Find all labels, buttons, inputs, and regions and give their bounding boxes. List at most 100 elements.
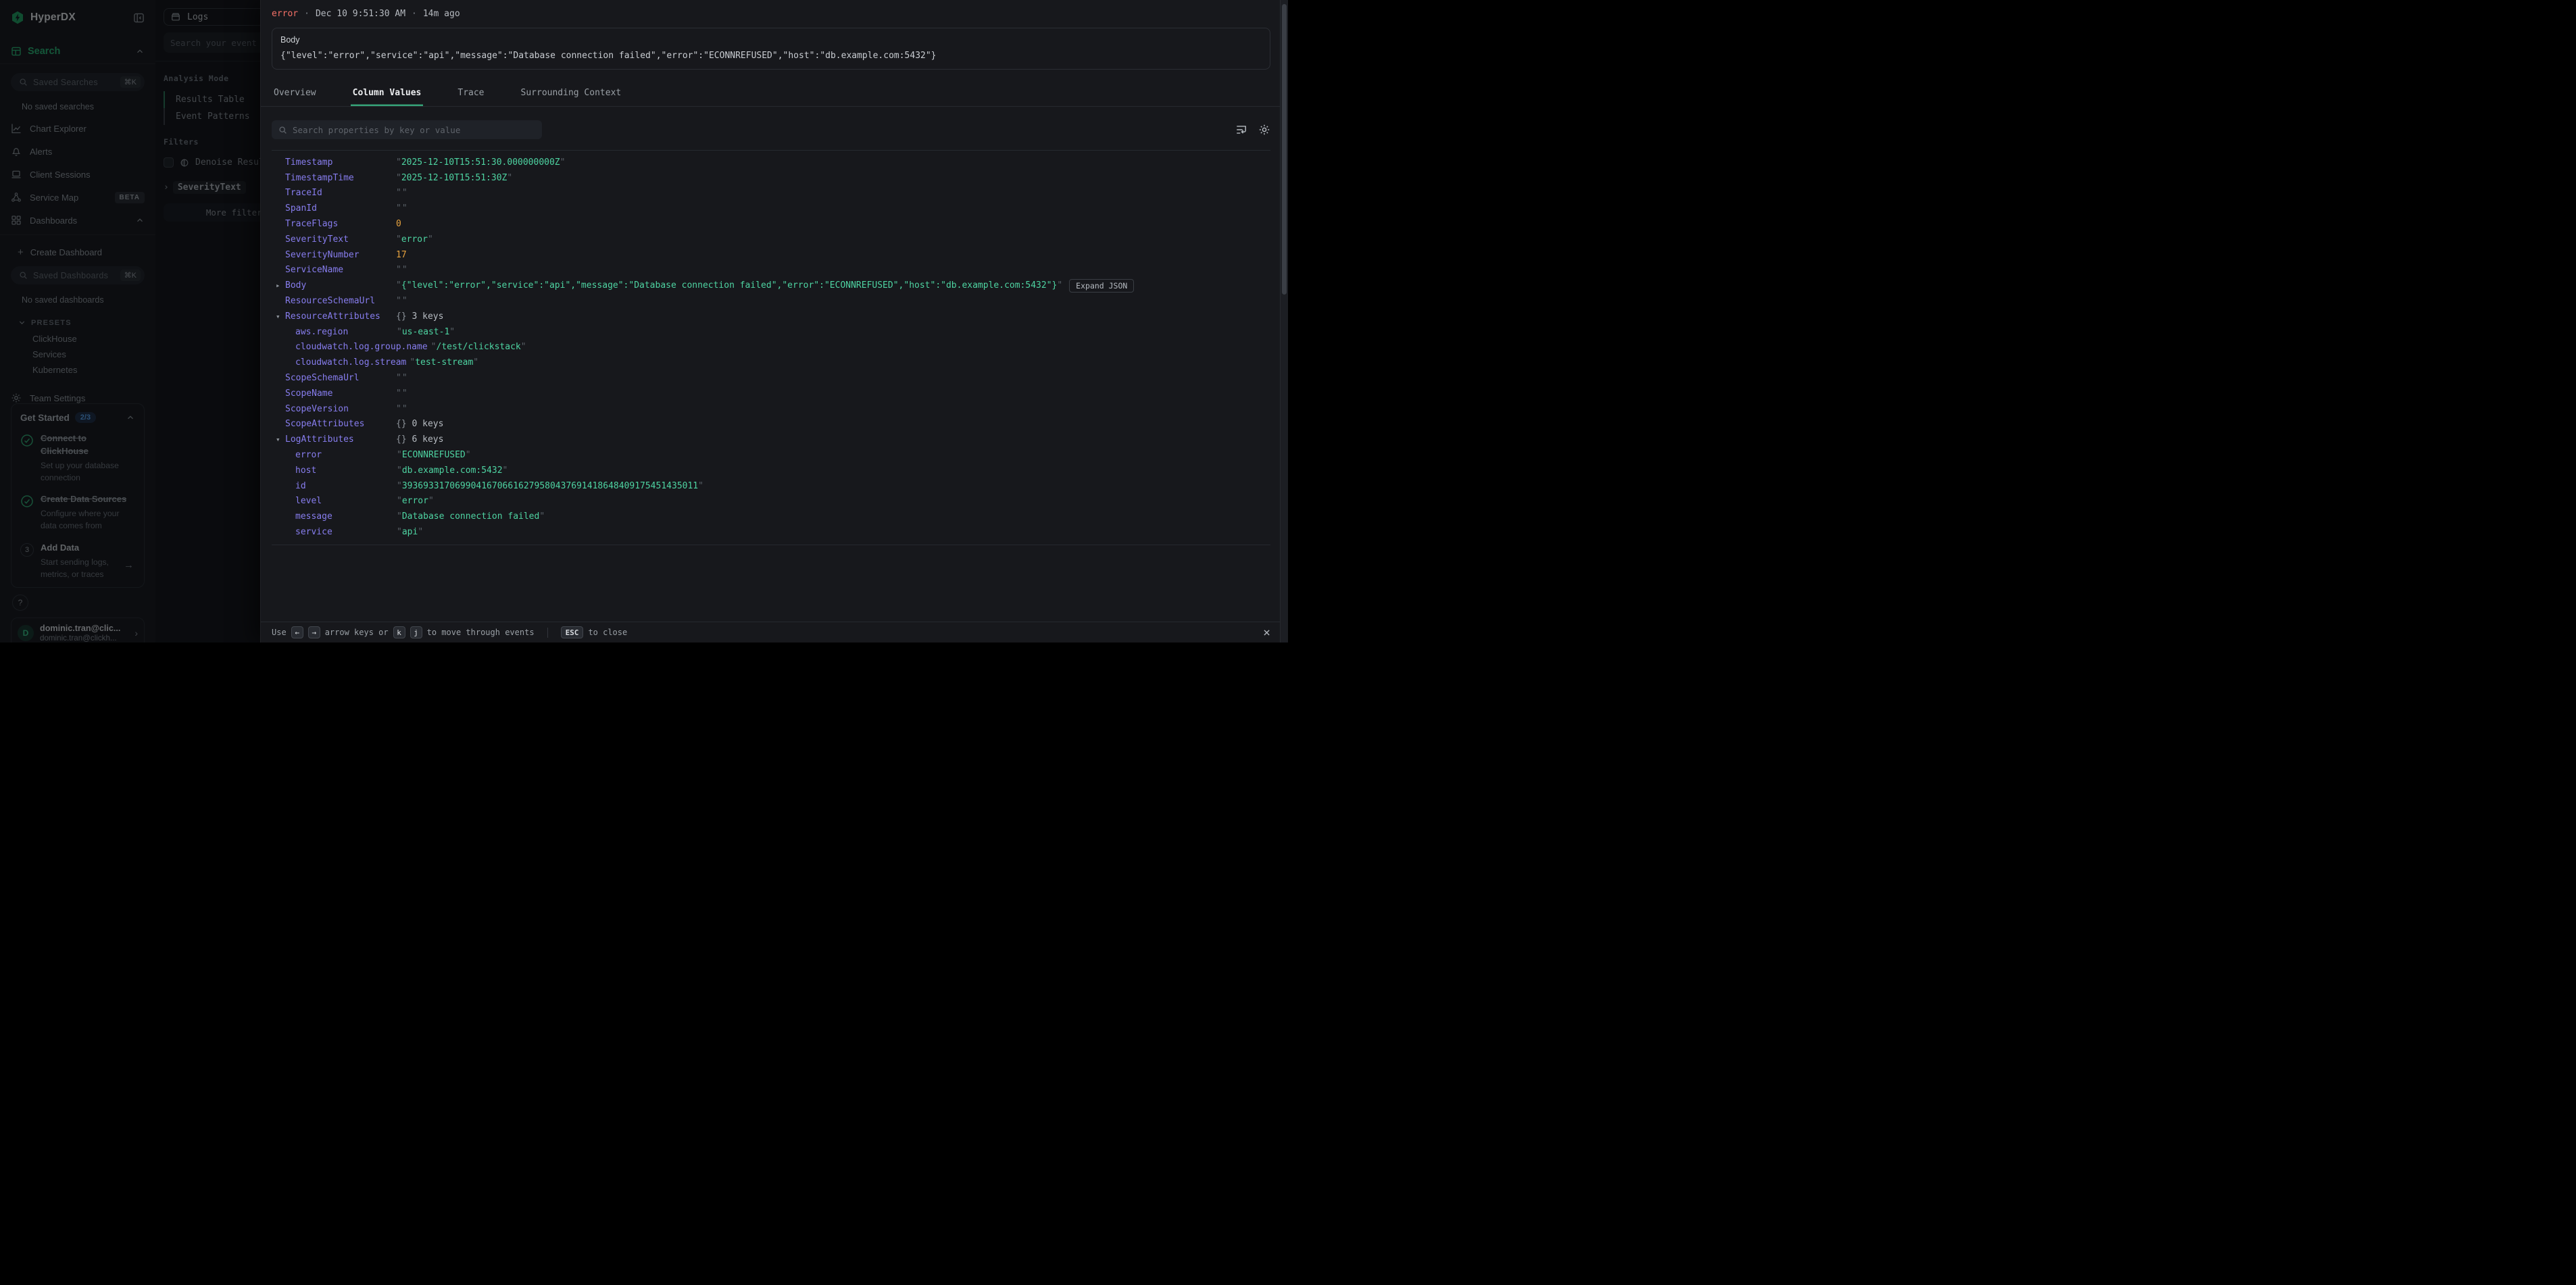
table-row[interactable]: SeverityText"error" [272, 232, 1270, 247]
property-value: "/test/clickstack" [431, 342, 526, 352]
severity-badge: error [272, 9, 298, 19]
table-row[interactable]: message"Database connection failed" [272, 509, 1270, 524]
property-key: aws.region [295, 327, 393, 337]
property-key: TraceFlags [285, 219, 393, 229]
property-value: 17 [396, 250, 407, 260]
table-row[interactable]: ScopeName"" [272, 386, 1270, 401]
footer-text: arrow keys or [325, 628, 389, 637]
property-key: Timestamp [285, 157, 393, 168]
property-key: cloudwatch.log.stream [295, 357, 406, 368]
table-row[interactable]: TraceFlags0 [272, 216, 1270, 232]
event-relative-time: 14m ago [423, 9, 460, 19]
arrow-left-key: ← [291, 626, 303, 638]
caret-down-icon[interactable]: ▾ [276, 435, 280, 444]
property-key: host [295, 465, 393, 476]
property-key: cloudwatch.log.group.name [295, 342, 428, 352]
separator: · [412, 9, 417, 19]
table-row[interactable]: cloudwatch.log.group.name"/test/clicksta… [272, 340, 1270, 355]
j-key: j [410, 626, 422, 638]
property-key: Body [285, 280, 393, 291]
property-key: message [295, 511, 393, 522]
property-key: ScopeAttributes [285, 419, 393, 429]
property-key: ResourceSchemaUrl [285, 296, 393, 306]
table-row[interactable]: ScopeVersion"" [272, 401, 1270, 417]
table-row[interactable]: cloudwatch.log.stream"test-stream" [272, 355, 1270, 370]
footer-text: to close [588, 628, 627, 637]
table-row[interactable]: level "error" [272, 494, 1270, 509]
tab-surrounding-context[interactable]: Surrounding Context [519, 82, 624, 106]
table-row[interactable]: ▸Body"{"level":"error","service":"api","… [272, 278, 1270, 293]
tab-overview[interactable]: Overview [272, 82, 318, 106]
property-value: "2025-12-10T15:51:30Z" [396, 173, 512, 183]
table-row[interactable]: TraceId"" [272, 186, 1270, 201]
gear-icon[interactable] [1258, 124, 1270, 136]
property-key: SeverityNumber [285, 250, 393, 260]
property-value: "us-east-1" [397, 327, 455, 337]
property-value: "393693317069904167066162795804376914186… [397, 481, 703, 491]
property-key: level [295, 496, 393, 506]
property-value: "api" [397, 527, 423, 537]
body-card: Body {"level":"error","service":"api","m… [272, 28, 1270, 70]
property-value: "" [396, 265, 408, 275]
footer-text: to move through events [427, 628, 535, 637]
property-value: "" [396, 404, 408, 414]
caret-down-icon[interactable]: ▾ [276, 312, 280, 321]
table-row[interactable]: ResourceSchemaUrl"" [272, 293, 1270, 309]
wrap-lines-icon[interactable] [1235, 124, 1247, 136]
table-row[interactable]: id"3936933170699041670661627958043769141… [272, 478, 1270, 494]
expand-json-button[interactable]: Expand JSON [1069, 279, 1134, 293]
table-row[interactable]: ▾ LogAttributes{} 6 keys [272, 432, 1270, 447]
body-card-label: Body [280, 35, 1262, 45]
table-row[interactable]: host "db.example.com:5432" [272, 463, 1270, 478]
event-header: error · Dec 10 9:51:30 AM · 14m ago [261, 0, 1288, 19]
table-row[interactable]: error"ECONNREFUSED" [272, 447, 1270, 463]
property-key: TraceId [285, 188, 393, 198]
esc-key: ESC [561, 626, 584, 638]
toolbar-icons [1235, 124, 1270, 136]
caret-right-icon[interactable]: ▸ [276, 281, 280, 290]
tab-column-values[interactable]: Column Values [351, 82, 424, 106]
property-value: "" [396, 203, 408, 213]
property-key: TimestampTime [285, 173, 393, 183]
scrollbar[interactable] [1280, 0, 1288, 642]
property-value: "error" [396, 234, 433, 245]
table-row[interactable]: Timestamp"2025-12-10T15:51:30.000000000Z… [272, 155, 1270, 170]
modal-footer: Use ← → arrow keys or k j to move throug… [261, 622, 1288, 642]
event-detail-panel: error · Dec 10 9:51:30 AM · 14m ago Body… [260, 0, 1288, 642]
property-key: ResourceAttributes [285, 311, 393, 322]
property-value: "2025-12-10T15:51:30.000000000Z" [396, 157, 565, 168]
table-row[interactable]: ScopeSchemaUrl"" [272, 370, 1270, 386]
property-value: {} 3 keys [396, 311, 443, 322]
property-value: "ECONNREFUSED" [397, 450, 471, 460]
property-value: {} 6 keys [396, 434, 443, 445]
properties-toolbar: Search properties by key or value [272, 120, 1270, 139]
table-row[interactable]: ServiceName"" [272, 263, 1270, 278]
properties-search-input[interactable]: Search properties by key or value [272, 120, 542, 139]
table-row[interactable]: service"api" [272, 524, 1270, 540]
arrow-right-key: → [308, 626, 320, 638]
divider [547, 628, 548, 638]
property-value: "db.example.com:5432" [397, 465, 507, 476]
property-key: LogAttributes [285, 434, 393, 445]
property-key: ScopeSchemaUrl [285, 373, 393, 383]
modal-overlay[interactable] [0, 0, 260, 642]
property-key: ScopeName [285, 388, 393, 399]
scrollbar-thumb[interactable] [1282, 4, 1287, 295]
property-value: "" [396, 188, 408, 198]
property-value: "" [396, 296, 408, 306]
table-row[interactable]: ▾ ResourceAttributes{} 3 keys [272, 309, 1270, 324]
property-value: "" [396, 373, 408, 383]
body-card-content: {"level":"error","service":"api","messag… [280, 51, 1262, 61]
detail-tabs: Overview Column Values Trace Surrounding Co… [261, 82, 1288, 107]
property-value: 0 [396, 219, 401, 229]
table-row[interactable]: ScopeAttributes{} 0 keys [272, 417, 1270, 432]
search-icon [278, 126, 287, 134]
table-row[interactable]: SeverityNumber17 [272, 247, 1270, 263]
close-icon[interactable]: × [1263, 627, 1270, 639]
table-row[interactable]: aws.region "us-east-1" [272, 324, 1270, 340]
table-row[interactable]: SpanId"" [272, 201, 1270, 216]
table-row[interactable]: TimestampTime"2025-12-10T15:51:30Z" [272, 170, 1270, 186]
property-value: "error" [397, 496, 434, 506]
property-key: ScopeVersion [285, 404, 393, 414]
tab-trace[interactable]: Trace [455, 82, 486, 106]
